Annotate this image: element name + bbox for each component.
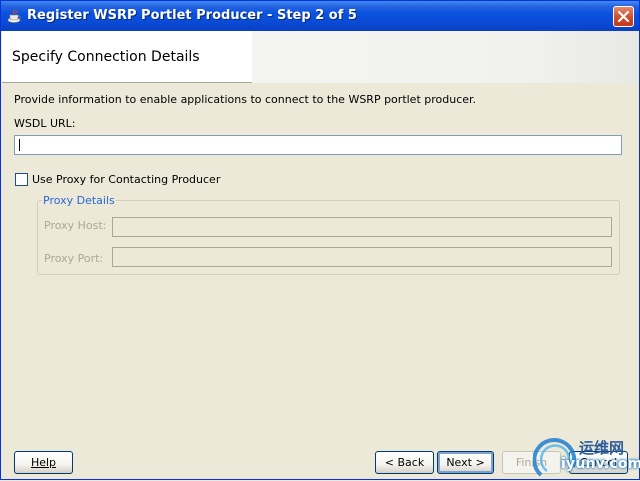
- page-title: Specify Connection Details: [12, 49, 200, 65]
- back-button-label: < Back: [384, 456, 425, 469]
- header-shade: [252, 31, 638, 83]
- next-button[interactable]: Next >: [437, 451, 494, 474]
- title-bar[interactable]: Register WSRP Portlet Producer - Step 2 …: [1, 1, 639, 31]
- use-proxy-checkbox[interactable]: [15, 173, 28, 186]
- help-button[interactable]: Help: [14, 451, 73, 474]
- dialog-window: Register WSRP Portlet Producer - Step 2 …: [0, 0, 640, 480]
- help-button-label: Help: [30, 456, 57, 469]
- use-proxy-label[interactable]: Use Proxy for Contacting Producer: [32, 173, 220, 186]
- window-title: Register WSRP Portlet Producer - Step 2 …: [27, 8, 357, 23]
- wizard-header: Specify Connection Details: [2, 31, 638, 83]
- wsdl-url-label: WSDL URL:: [14, 117, 76, 130]
- next-button-label: Next >: [446, 456, 485, 469]
- watermark-text-cn: 运维网: [579, 439, 625, 457]
- proxy-host-input[interactable]: [112, 217, 612, 237]
- proxy-host-label: Proxy Host:: [44, 219, 107, 232]
- close-button[interactable]: [613, 6, 634, 27]
- description-text: Provide information to enable applicatio…: [14, 93, 477, 106]
- proxy-details-legend: Proxy Details: [42, 194, 116, 207]
- text-caret: [19, 139, 20, 151]
- proxy-port-label: Proxy Port:: [44, 252, 104, 265]
- wsdl-url-input[interactable]: [14, 135, 622, 155]
- close-icon: [618, 11, 629, 22]
- back-button[interactable]: < Back: [375, 451, 434, 474]
- coffee-cup-icon: [7, 8, 23, 24]
- proxy-port-input[interactable]: [112, 247, 612, 267]
- watermark-text-en: iyunv.com: [561, 456, 640, 472]
